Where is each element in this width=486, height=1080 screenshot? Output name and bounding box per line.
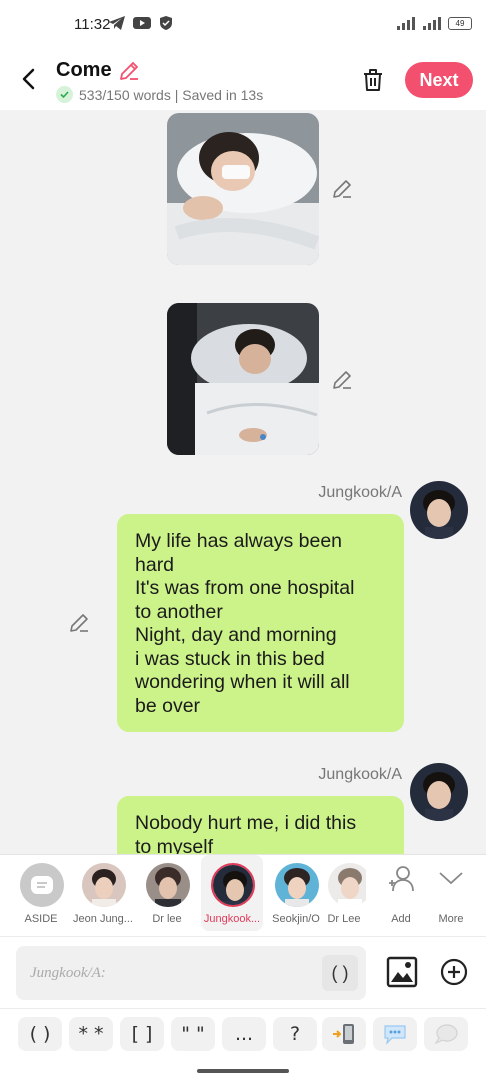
youtube-icon <box>133 17 151 29</box>
check-icon <box>56 86 73 103</box>
message-input-box[interactable]: ( ) <box>16 946 366 1000</box>
tool-bubble[interactable] <box>424 1017 468 1051</box>
phone-icon <box>333 1024 354 1044</box>
speaker-avatar[interactable] <box>410 763 468 821</box>
shield-icon <box>160 16 172 30</box>
add-person-icon <box>389 866 414 892</box>
character-avatar <box>275 863 319 907</box>
character-label: Dr lee <box>152 913 182 925</box>
tool-parentheses[interactable]: ( ) <box>18 1017 62 1051</box>
message-bubble[interactable]: My life has always been hard It's was fr… <box>117 514 404 732</box>
message-speaker: Jungkook/A <box>318 766 402 783</box>
character-picker: ASIDE Jeon Jung... Dr lee Jungkook... Se… <box>0 854 486 936</box>
edit-image-1-icon[interactable] <box>331 178 353 200</box>
message-bubble[interactable]: Nobody hurt me, i did this to myself <box>117 796 404 854</box>
aside-icon <box>20 863 64 907</box>
character-avatar <box>211 863 255 907</box>
character-dr-lee[interactable]: Dr lee <box>136 855 198 931</box>
back-arrow-icon[interactable] <box>14 64 44 94</box>
image-icon[interactable] <box>386 956 418 988</box>
signal-icon-2 <box>423 17 441 30</box>
story-title[interactable]: Come <box>56 59 140 82</box>
character-label: ASIDE <box>24 913 58 925</box>
edit-title-icon[interactable] <box>118 60 140 82</box>
story-title-text: Come <box>56 59 112 81</box>
speech-bubble-icon <box>384 1025 406 1045</box>
edit-message-icon[interactable] <box>68 612 90 634</box>
character-avatar <box>82 863 126 907</box>
character-avatar <box>146 863 190 907</box>
formatting-toolbar: ( ) * * [ ] " " ... ? <box>0 1008 486 1058</box>
character-label: Dr Lee <box>327 913 361 925</box>
tool-phone[interactable] <box>322 1017 366 1051</box>
compose-bar: ( ) <box>0 936 486 1008</box>
tool-question[interactable]: ? <box>273 1017 317 1051</box>
speaker-avatar[interactable] <box>410 481 468 539</box>
chevron-down-icon <box>439 872 463 885</box>
story-image-1[interactable] <box>167 113 319 265</box>
story-image-2[interactable] <box>167 303 319 455</box>
message-speaker: Jungkook/A <box>318 484 402 501</box>
character-label: Seokjin/O <box>272 913 320 925</box>
battery-level: 49 <box>455 18 465 28</box>
edit-image-2-icon[interactable] <box>331 369 353 391</box>
message-input[interactable] <box>16 946 316 1000</box>
character-label: Jeon Jung... <box>73 913 133 925</box>
battery-icon: 49 <box>448 16 472 30</box>
status-time: 11:32 <box>74 16 111 33</box>
next-button[interactable]: Next <box>405 62 473 98</box>
tool-ellipsis[interactable]: ... <box>222 1017 266 1051</box>
tool-asterisks[interactable]: * * <box>69 1017 113 1051</box>
tool-thought[interactable] <box>373 1017 417 1051</box>
telegram-icon <box>109 16 125 30</box>
character-seokjin[interactable]: Seokjin/O <box>265 855 327 931</box>
character-jeon-jung[interactable]: Jeon Jung... <box>72 855 134 931</box>
home-indicator[interactable] <box>197 1069 289 1073</box>
character-aside[interactable]: ASIDE <box>10 855 72 931</box>
tool-brackets[interactable]: [ ] <box>120 1017 164 1051</box>
chat-bubble-icon <box>434 1024 458 1045</box>
character-label: Jungkook... <box>203 913 261 925</box>
parenthesis-button[interactable]: ( ) <box>322 955 358 991</box>
trash-icon[interactable] <box>359 66 387 94</box>
word-count-text: 533/150 words | Saved in 13s <box>79 86 264 103</box>
character-dr-lee-2[interactable]: Dr Lee <box>322 855 366 931</box>
more-characters-button[interactable]: More <box>420 855 482 931</box>
more-label: More <box>438 913 464 925</box>
character-avatar <box>328 863 366 907</box>
editor-header: Come 533/150 words | Saved in 13s Next <box>0 50 486 110</box>
chat-area[interactable]: Jungkook/A My life has always been hard … <box>0 110 486 854</box>
gesture-bar <box>0 1058 486 1080</box>
status-bar: 11:32 49 <box>0 0 486 50</box>
add-circle-icon[interactable] <box>440 958 468 986</box>
signal-icon <box>397 17 415 30</box>
tool-quotes[interactable]: " " <box>171 1017 215 1051</box>
character-jungkook[interactable]: Jungkook... <box>201 855 263 931</box>
word-count: 533/150 words | Saved in 13s <box>56 86 263 103</box>
